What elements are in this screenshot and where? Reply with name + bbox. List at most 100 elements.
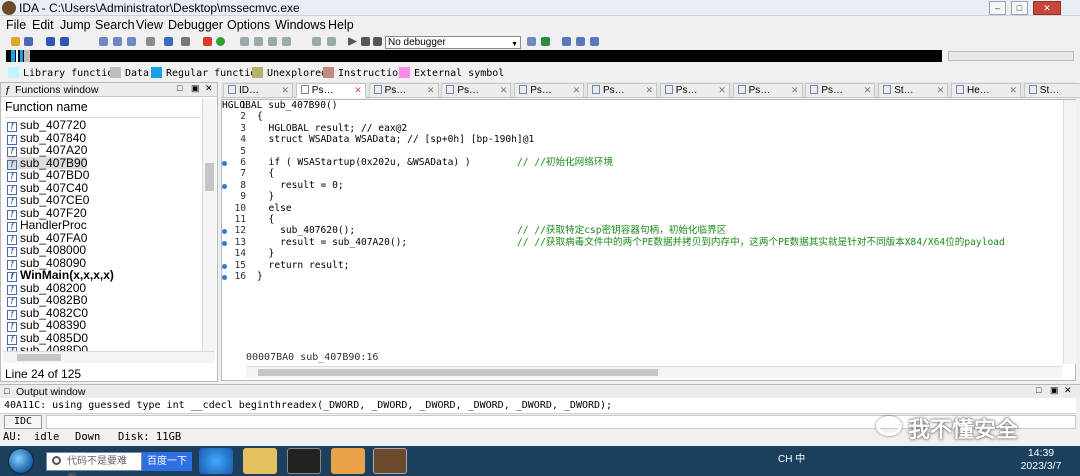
code-line[interactable]: 6 if ( WSAStartup(0x202u, &WSAData) ) // … — [222, 157, 1062, 169]
idc-button[interactable]: IDC — [4, 415, 42, 429]
code-line[interactable]: 13 result = sub_407A20(); // //获取病毒文件中的两个… — [222, 237, 1062, 249]
ida-taskbar-icon[interactable] — [373, 448, 407, 474]
patch-icon[interactable] — [146, 37, 155, 46]
pin-icon[interactable]: ▣ — [191, 83, 200, 94]
tab[interactable]: Ps… ✕ — [514, 83, 585, 98]
edit-icon[interactable] — [312, 37, 321, 46]
tab[interactable]: ID… ✕ — [223, 83, 293, 98]
refresh-icon[interactable] — [541, 37, 550, 46]
text-search-icon[interactable] — [113, 37, 122, 46]
tab-close-icon[interactable]: ✕ — [1009, 84, 1017, 97]
tab-close-icon[interactable]: ✕ — [427, 84, 435, 97]
xref-icon[interactable] — [282, 37, 291, 46]
scroll-thumb[interactable] — [258, 369, 658, 376]
close-button[interactable]: ✕ — [1033, 1, 1061, 15]
tab[interactable]: Ps… ✕ — [587, 83, 657, 98]
breakpoint-dot-icon[interactable] — [222, 183, 227, 189]
bookmark-icon[interactable] — [590, 37, 599, 46]
scroll-thumb[interactable] — [17, 354, 61, 361]
name-icon[interactable] — [576, 37, 585, 46]
menu-view[interactable]: View — [136, 18, 163, 32]
minimize-button[interactable]: – — [989, 1, 1006, 15]
pause-icon[interactable] — [361, 37, 370, 46]
tab[interactable]: He… ✕ — [951, 83, 1021, 98]
code-line[interactable]: 12 sub_407620(); // //获取特定csp密钥容器句柄，初始化临界… — [222, 226, 1062, 237]
debugger-select[interactable]: No debugger ▼ — [385, 36, 521, 49]
menu-windows[interactable]: Windows — [275, 18, 326, 32]
code-line[interactable]: 5 — [222, 146, 1062, 158]
debug-options-icon[interactable] — [527, 37, 536, 46]
menu-jump[interactable]: Jump — [60, 18, 91, 32]
code-line[interactable]: 1 HGLOBAL sub_407B90() — [222, 100, 1062, 112]
float-icon[interactable]: □ — [177, 83, 182, 93]
struct-icon[interactable] — [240, 37, 249, 46]
baidu-search-button[interactable]: 百度一下 — [142, 452, 192, 471]
explorer-icon[interactable] — [243, 448, 277, 474]
input-method[interactable]: CH 中 — [778, 454, 805, 465]
search-icon[interactable] — [127, 37, 136, 46]
tab-close-icon[interactable]: ✕ — [718, 84, 726, 97]
code-horizontal-scrollbar[interactable] — [246, 366, 1062, 378]
tab[interactable]: Ps… ✕ — [659, 83, 730, 98]
pseudocode-view[interactable]: 1 HGLOBAL sub_407B90() 2{3 HGLOBAL result;… — [221, 99, 1076, 381]
menu-file[interactable]: File — [6, 18, 26, 32]
code-line[interactable]: 16} — [222, 271, 1062, 283]
tab[interactable]: St…✕ — [1023, 83, 1080, 98]
tab-close-icon[interactable]: ✕ — [354, 84, 362, 97]
graph-icon[interactable] — [203, 37, 212, 46]
tab-close-icon[interactable]: ✕ — [937, 84, 945, 97]
menu-help[interactable]: Help — [328, 18, 354, 32]
code-line[interactable]: 14 } — [222, 249, 1062, 260]
function-item[interactable]: fsub_4088D0 — [7, 344, 88, 351]
navigation-band[interactable] — [6, 50, 942, 62]
code-vertical-scrollbar[interactable] — [1063, 100, 1076, 364]
tab[interactable]: Ps… ✕ — [441, 83, 512, 98]
enum-icon[interactable] — [254, 37, 263, 46]
code-line[interactable]: 15 return result; — [222, 260, 1062, 272]
open-icon[interactable] — [11, 37, 20, 46]
tab-close-icon[interactable]: ✕ — [864, 84, 872, 97]
search-box[interactable]: 代码不是要难看... — [46, 452, 142, 476]
maximize-button[interactable]: □ — [1011, 1, 1028, 15]
functions-vertical-scrollbar[interactable] — [202, 99, 216, 351]
forward-arrow-icon[interactable] — [60, 37, 69, 46]
tab[interactable]: Ps… ✕ — [805, 83, 876, 98]
down-arrow-icon[interactable] — [164, 37, 173, 46]
breakpoint-dot-icon[interactable] — [222, 263, 227, 269]
system-tray[interactable]: CH 中 — [778, 450, 805, 465]
tab-close-icon[interactable]: ✕ — [281, 84, 289, 97]
code-line[interactable]: 11 { — [222, 214, 1062, 226]
breakpoint-dot-icon[interactable] — [222, 275, 227, 280]
code-line[interactable]: 7 { — [222, 169, 1062, 180]
tab-close-icon[interactable]: ✕ — [500, 84, 508, 97]
jump-icon[interactable] — [181, 37, 190, 46]
ie-icon[interactable] — [199, 448, 233, 474]
run-icon[interactable] — [216, 37, 225, 46]
code-line[interactable]: 3 HGLOBAL result; // eax@2 — [222, 123, 1062, 135]
stop-icon[interactable] — [373, 37, 382, 46]
close-pane-icon[interactable]: ✕ — [1064, 385, 1072, 396]
tab-close-icon[interactable]: ✕ — [573, 84, 581, 97]
breakpoint-dot-icon[interactable] — [222, 161, 227, 166]
functions-horizontal-scrollbar[interactable] — [3, 351, 215, 363]
tab-close-icon[interactable]: ✕ — [645, 84, 653, 97]
navigation-scroll[interactable] — [948, 51, 1074, 61]
tool-icon[interactable] — [331, 448, 365, 474]
menu-search[interactable]: Search — [95, 18, 135, 32]
clock[interactable]: 14:39 2023/3/7 — [1006, 447, 1076, 473]
tab[interactable]: Ps… ✕ — [295, 83, 366, 98]
scroll-thumb[interactable] — [205, 163, 214, 191]
tab-close-icon[interactable]: ✕ — [791, 84, 799, 97]
pin-icon[interactable]: ▣ — [1050, 385, 1059, 396]
menu-debugger[interactable]: Debugger — [168, 18, 223, 32]
play-icon[interactable] — [348, 37, 357, 46]
float-icon[interactable]: □ — [1036, 385, 1041, 395]
code-line[interactable]: 10 else — [222, 203, 1062, 215]
close-pane-icon[interactable]: ✕ — [205, 83, 213, 94]
func-icon[interactable] — [562, 37, 571, 46]
menu-edit[interactable]: Edit — [32, 18, 54, 32]
start-button[interactable] — [8, 448, 34, 474]
save-icon[interactable] — [24, 37, 33, 46]
code-line[interactable]: 4 struct WSAData WSAData; // [sp+0h] [bp… — [222, 135, 1062, 146]
breakpoint-dot-icon[interactable] — [222, 240, 227, 246]
